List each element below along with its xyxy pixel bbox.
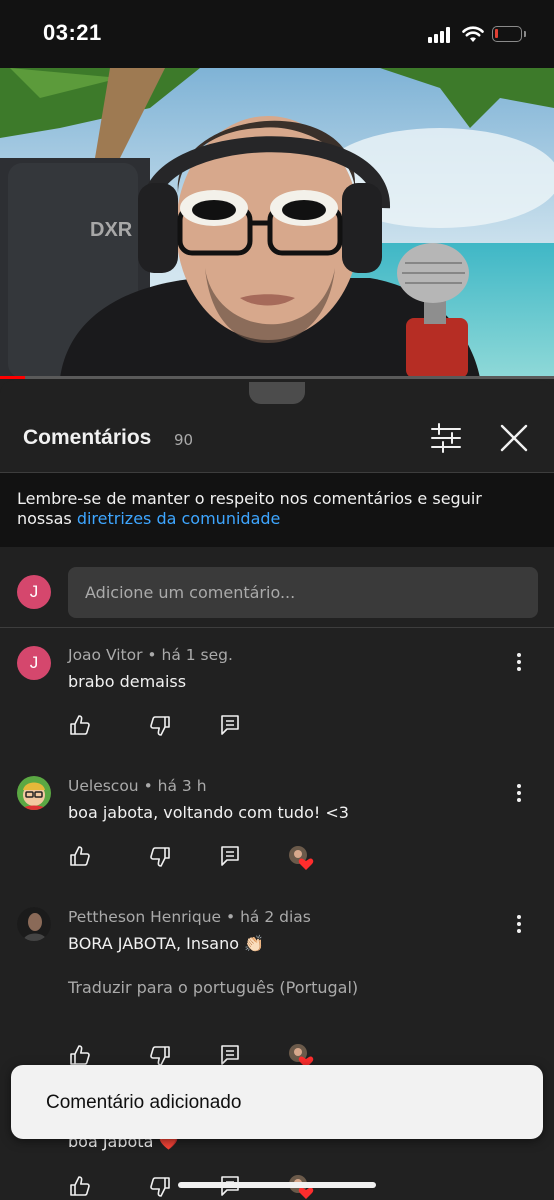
comment-author[interactable]: Pettheson Henrique <box>68 908 221 926</box>
more-options-icon[interactable] <box>512 652 526 672</box>
battery-icon <box>492 26 526 42</box>
cellular-signal-icon <box>428 27 454 43</box>
comment-time: há 2 dias <box>240 908 311 926</box>
wifi-icon <box>462 26 484 42</box>
like-icon[interactable] <box>70 846 90 866</box>
comment-avatar[interactable] <box>17 907 51 941</box>
video-progress-fill <box>0 376 25 379</box>
creator-heart-icon <box>289 846 314 870</box>
close-icon[interactable] <box>500 424 528 452</box>
avatar-image <box>21 782 47 810</box>
home-indicator[interactable] <box>178 1182 376 1188</box>
reply-icon[interactable] <box>221 846 239 866</box>
comment-text: boa jabota, voltando com tudo! <3 <box>68 803 349 822</box>
reply-icon[interactable] <box>221 715 239 735</box>
like-icon[interactable] <box>70 1045 90 1065</box>
current-user-avatar: J <box>17 575 51 609</box>
like-icon[interactable] <box>70 715 90 735</box>
more-options-icon[interactable] <box>512 783 526 803</box>
add-comment-placeholder: Adicione um comentário... <box>85 583 296 602</box>
input-divider <box>0 627 554 628</box>
toast-text: Comentário adicionado <box>46 1092 242 1113</box>
filter-icon[interactable] <box>430 423 462 453</box>
comment-count: 90 <box>174 431 194 449</box>
comment-meta: Pettheson Henrique • há 2 dias <box>68 908 311 926</box>
notice-text: Lembre-se de manter o respeito nos comen… <box>17 489 537 529</box>
comment-time: há 1 seg. <box>161 646 233 664</box>
comment-time: há 3 h <box>157 777 207 795</box>
sheet-title: Comentários <box>23 426 152 449</box>
dislike-icon[interactable] <box>150 1177 170 1197</box>
video-player[interactable]: DXR <box>0 68 554 378</box>
dislike-icon[interactable] <box>150 847 170 867</box>
dislike-icon[interactable] <box>150 716 170 736</box>
comment-author[interactable]: Joao Vitor <box>68 646 142 664</box>
drag-handle[interactable] <box>249 382 305 404</box>
like-icon[interactable] <box>70 1176 90 1196</box>
comment-author[interactable]: Uelescou <box>68 777 139 795</box>
comment-avatar[interactable] <box>17 776 51 810</box>
comment-avatar[interactable]: J <box>17 646 51 680</box>
more-options-icon[interactable] <box>512 914 526 934</box>
chair-logo: DXR <box>90 219 133 241</box>
reply-icon[interactable] <box>221 1045 239 1065</box>
comment-text: BORA JABOTA, Insano 👏🏻 <box>68 934 265 953</box>
status-bar: 03:21 <box>0 0 554 68</box>
avatar-image <box>17 907 51 941</box>
comment-meta: Uelescou • há 3 h <box>68 777 207 795</box>
translate-link[interactable]: Traduzir para o português (Portugal) <box>68 978 358 997</box>
comment-meta: Joao Vitor • há 1 seg. <box>68 646 233 664</box>
video-progress-bar[interactable] <box>0 376 554 379</box>
video-frame: DXR <box>0 68 554 378</box>
dislike-icon[interactable] <box>150 1046 170 1066</box>
comment-text: brabo demaiss <box>68 672 187 691</box>
guidelines-link[interactable]: diretrizes da comunidade <box>77 509 281 528</box>
status-time: 03:21 <box>43 20 102 45</box>
